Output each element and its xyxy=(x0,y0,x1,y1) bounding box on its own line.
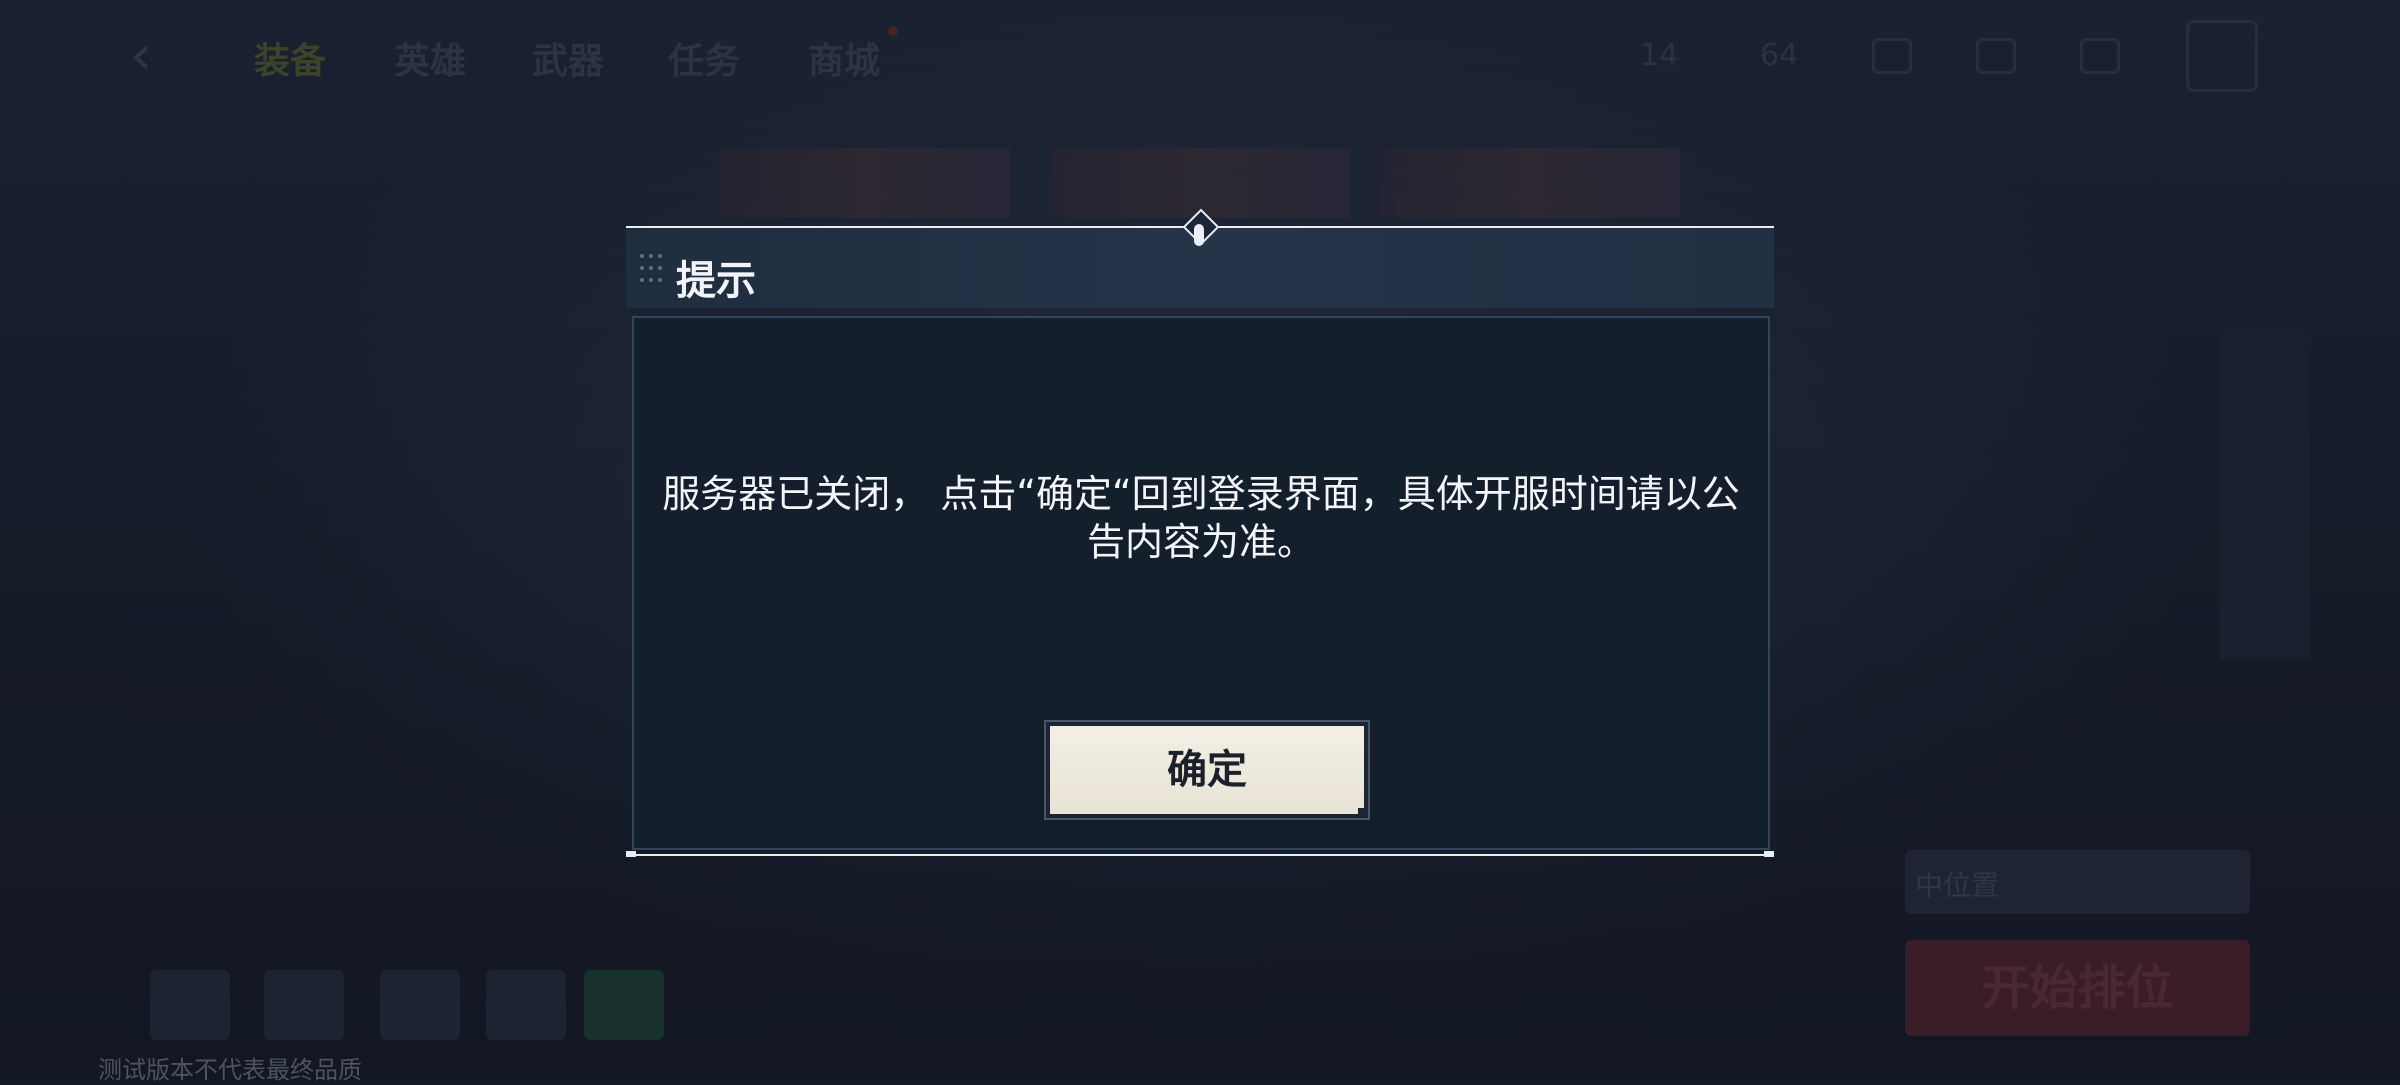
confirm-button-frame: 确定 xyxy=(1044,720,1370,820)
dialog-corner-cap-right xyxy=(1764,851,1774,857)
modal-overlay: 提示 服务器已关闭， 点击“确定“回到登录界面，具体开服时间请以公告内容为准。 … xyxy=(0,0,2400,1080)
pin-ornament-icon xyxy=(1194,224,1204,246)
dialog-body: 服务器已关闭， 点击“确定“回到登录界面，具体开服时间请以公告内容为准。 确定 xyxy=(632,316,1770,850)
button-corner-notch xyxy=(1358,808,1368,818)
grip-dots-icon xyxy=(640,254,666,284)
dialog-corner-cap-left xyxy=(626,851,636,857)
dialog-title: 提示 xyxy=(676,258,756,304)
dialog-message: 服务器已关闭， 点击“确定“回到登录界面，具体开服时间请以公告内容为准。 xyxy=(662,472,1740,564)
notice-dialog: 提示 服务器已关闭， 点击“确定“回到登录界面，具体开服时间请以公告内容为准。 … xyxy=(626,208,1774,857)
confirm-button[interactable]: 确定 xyxy=(1050,726,1364,814)
dialog-bottom-border xyxy=(626,854,1774,856)
